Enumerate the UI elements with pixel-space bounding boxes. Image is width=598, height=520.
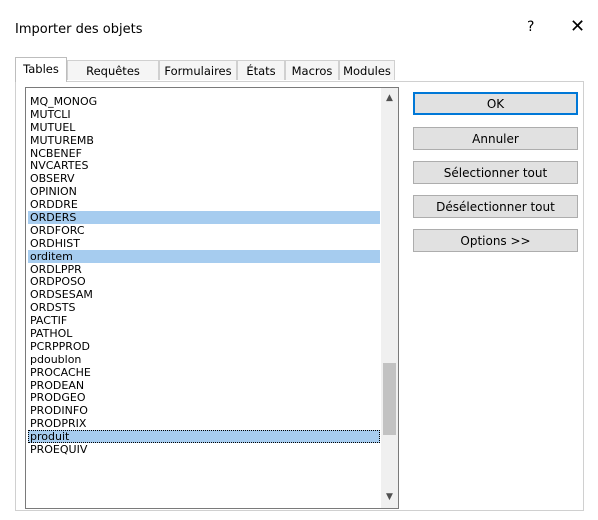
list-item[interactable]: PROEQUIV xyxy=(28,443,380,456)
list-item[interactable]: PACTIF xyxy=(28,314,380,327)
options-button[interactable]: Options >> xyxy=(413,229,578,252)
list-item[interactable]: ORDDRE xyxy=(28,198,380,211)
list-item[interactable]: MQ_MONOG xyxy=(28,95,380,108)
list-item[interactable]: ORDERS xyxy=(28,211,380,224)
help-button[interactable]: ? xyxy=(527,19,534,35)
list-item[interactable]: produit xyxy=(28,430,380,443)
ok-button[interactable]: OK xyxy=(413,92,578,115)
tables-listbox[interactable]: MQ_MONOG MUTCLI MUTUEL MUTUREMB NCBENEF NVCAR… xyxy=(25,87,399,509)
list-item[interactable]: PRODPRIX xyxy=(28,417,380,430)
list-item[interactable]: pdoublon xyxy=(28,353,380,366)
list-item[interactable]: OBSERV xyxy=(28,172,380,185)
import-objects-dialog: Importer des objets ? ✕ Tables Requêtes … xyxy=(0,0,598,520)
vertical-scrollbar[interactable]: ▲ ▼ xyxy=(381,88,398,508)
list-item[interactable]: ORDHIST xyxy=(28,237,380,250)
list-item[interactable]: PRODGEO xyxy=(28,391,380,405)
list-item[interactable]: orditem xyxy=(28,249,380,263)
list-item[interactable]: PATHOL xyxy=(28,327,380,340)
scroll-down-icon[interactable]: ▼ xyxy=(381,489,398,506)
list-item[interactable]: PCRPPROD xyxy=(28,340,380,353)
list-item[interactable]: OPINION xyxy=(28,185,380,198)
tab-etats[interactable]: États xyxy=(237,60,285,80)
tab-modules[interactable]: Modules xyxy=(339,60,395,80)
dialog-title: Importer des objets xyxy=(15,22,143,37)
close-icon[interactable]: ✕ xyxy=(570,16,585,37)
deselect-all-button[interactable]: Désélectionner tout xyxy=(413,195,578,218)
scroll-thumb[interactable] xyxy=(383,363,396,435)
list-item[interactable]: PROCACHE xyxy=(28,366,380,379)
cancel-button[interactable]: Annuler xyxy=(413,127,578,150)
list-item[interactable]: ORDSESAM xyxy=(28,288,380,301)
list-item[interactable]: PRODINFO xyxy=(28,404,380,417)
list-item[interactable]: NCBENEF xyxy=(28,147,380,160)
list-item[interactable]: ORDPOSO xyxy=(28,275,380,289)
list-item[interactable]: MUTUREMB xyxy=(28,134,380,147)
list-item[interactable]: PRODEAN xyxy=(28,379,380,392)
select-all-button[interactable]: Sélectionner tout xyxy=(413,161,578,184)
list-item[interactable]: ORDFORC xyxy=(28,224,380,237)
tab-requetes[interactable]: Requêtes xyxy=(67,60,159,80)
list-item[interactable]: ORDLPPR xyxy=(28,263,380,276)
list-item[interactable]: ORDSTS xyxy=(28,301,380,314)
tab-macros[interactable]: Macros xyxy=(285,60,339,80)
list-item[interactable]: MUTCLI xyxy=(28,108,380,121)
list-item[interactable]: NVCARTES xyxy=(28,159,380,173)
tab-formulaires[interactable]: Formulaires xyxy=(159,60,237,80)
scroll-up-icon[interactable]: ▲ xyxy=(381,90,398,107)
list-item[interactable]: MUTUEL xyxy=(28,121,380,134)
tab-tables[interactable]: Tables xyxy=(15,57,67,82)
title-bar: Importer des objets ? ✕ xyxy=(0,0,598,56)
list-items: MQ_MONOG MUTCLI MUTUEL MUTUREMB NCBENEF NVCAR… xyxy=(28,95,380,456)
